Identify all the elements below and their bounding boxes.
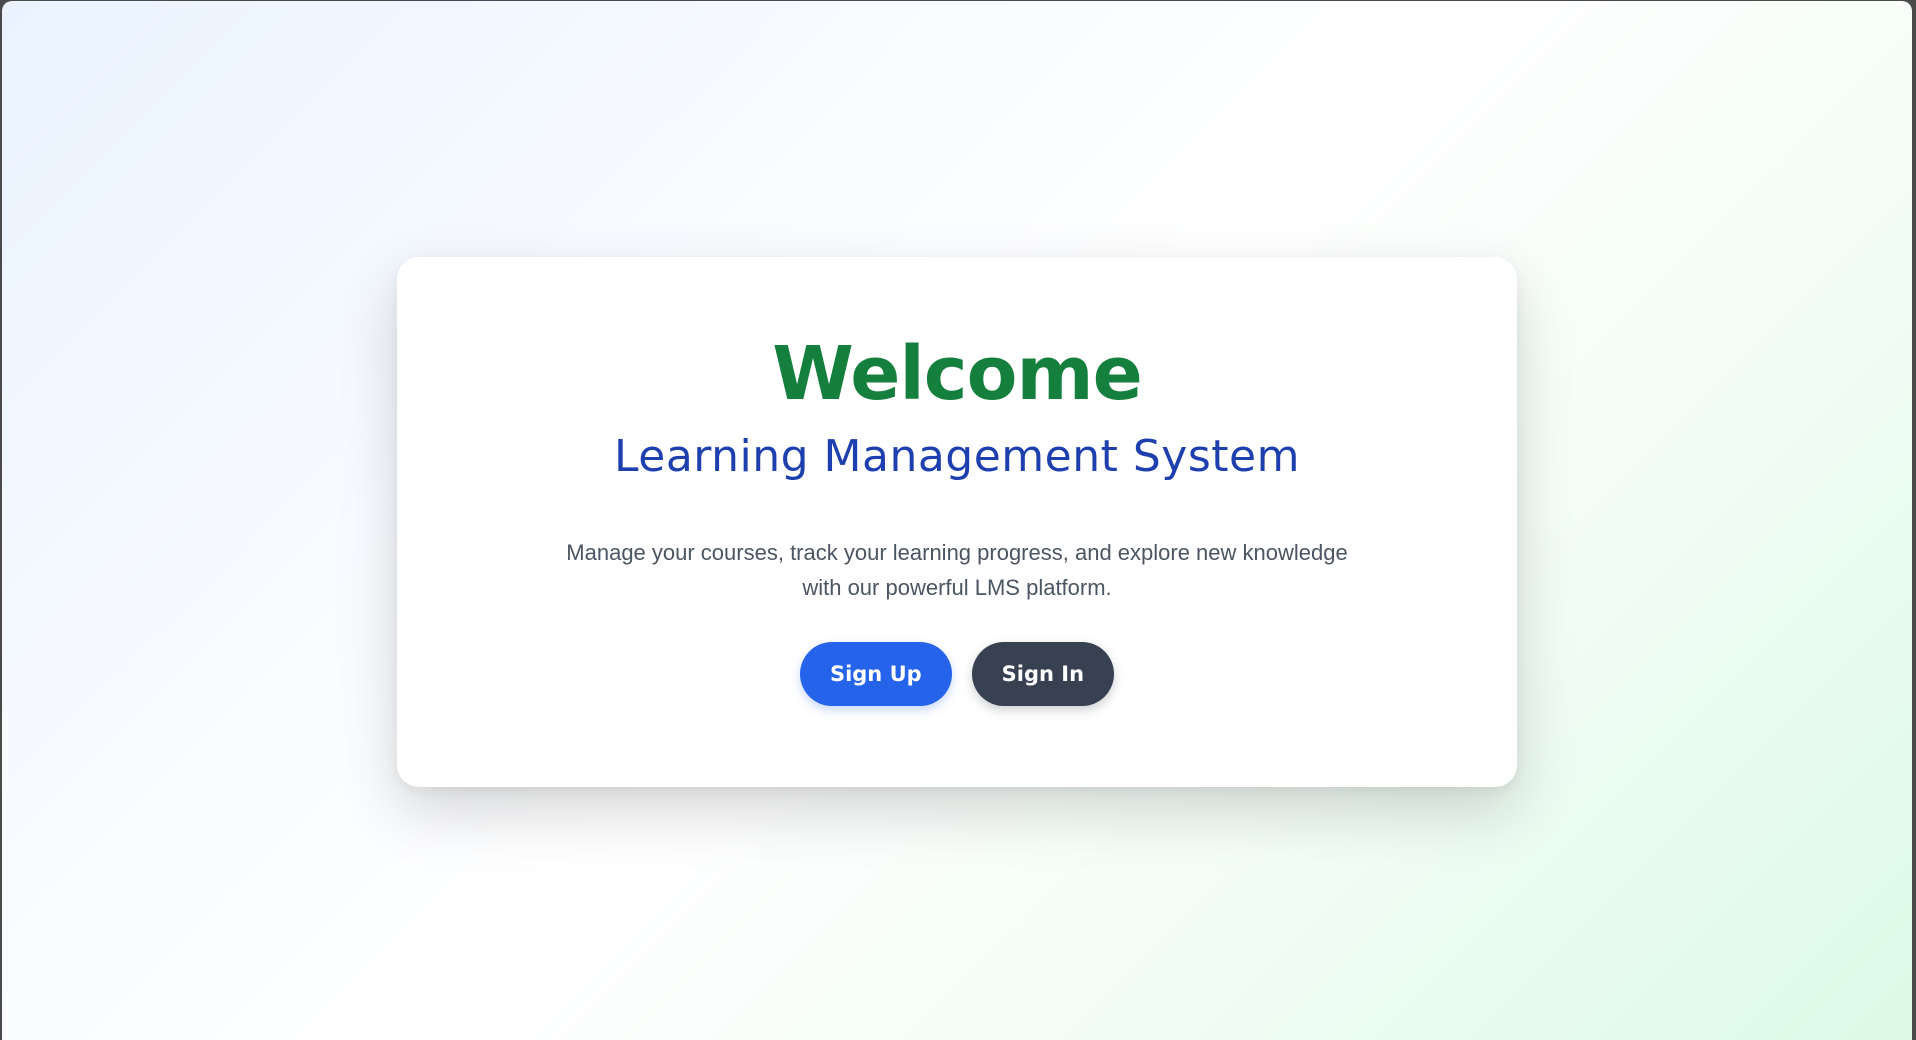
welcome-card: Welcome Learning Management System Manag…: [397, 257, 1517, 787]
welcome-title: Welcome: [772, 331, 1143, 417]
page-viewport: Welcome Learning Management System Manag…: [2, 1, 1912, 1040]
app-subtitle: Learning Management System: [614, 431, 1300, 482]
welcome-description: Manage your courses, track your learning…: [566, 540, 1348, 600]
auth-buttons: Sign Up Sign In: [397, 642, 1517, 706]
sign-up-button[interactable]: Sign Up: [799, 642, 952, 706]
sign-in-button[interactable]: Sign In: [971, 642, 1115, 706]
